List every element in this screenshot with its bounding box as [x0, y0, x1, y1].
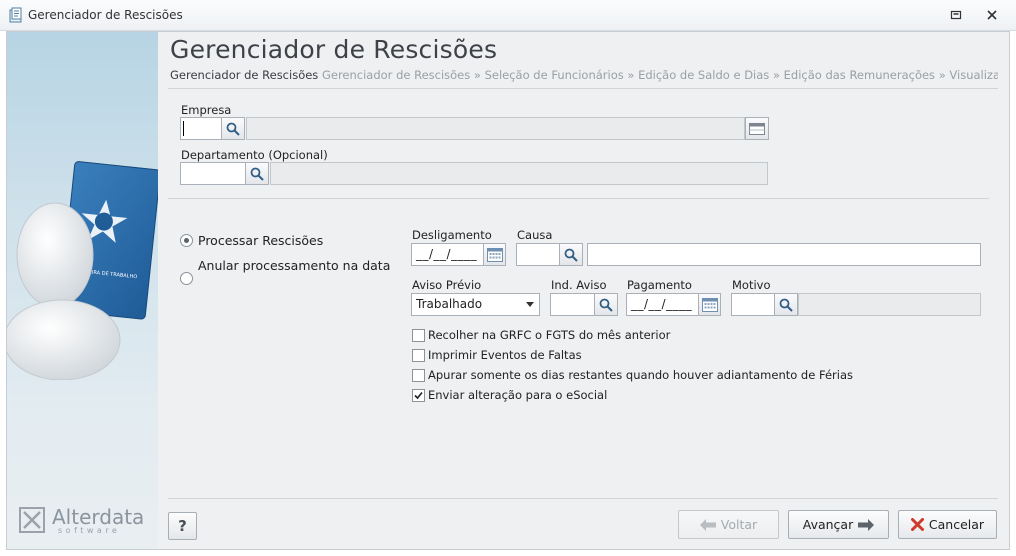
causa-label: Causa: [517, 228, 553, 242]
brand-sub: software: [58, 526, 121, 535]
pagamento-label: Pagamento: [627, 278, 692, 292]
search-icon: [226, 122, 240, 136]
breadcrumb: Gerenciador de Rescisões Gerenciador de …: [170, 68, 998, 82]
empresa-grid-button[interactable]: [745, 117, 769, 140]
aviso-previo-label: Aviso Prévio: [412, 278, 482, 292]
window-title: Gerenciador de Rescisões: [28, 8, 183, 22]
cancel-x-icon: [910, 518, 924, 531]
calendar-icon: [486, 248, 503, 262]
departamento-search-button[interactable]: [245, 162, 269, 185]
causa-search-button[interactable]: [559, 243, 583, 266]
departamento-label: Departamento (Opcional): [181, 148, 328, 162]
radio-anular-label[interactable]: Anular processamento na data: [198, 258, 390, 273]
breadcrumb-trail: Gerenciador de Rescisões » Seleção de Fu…: [321, 68, 998, 82]
text-cursor: [183, 121, 184, 136]
breadcrumb-current: Gerenciador de Rescisões: [170, 68, 319, 82]
restore-icon: [950, 10, 962, 20]
footer-divider: [168, 498, 998, 499]
empresa-code-input[interactable]: [180, 117, 222, 140]
cancelar-button[interactable]: Cancelar: [898, 510, 997, 539]
departamento-name-field: [270, 162, 768, 185]
aviso-previo-value: Trabalhado: [416, 297, 483, 311]
desligamento-date-input[interactable]: __/__/____: [411, 243, 484, 266]
pagamento-value: __/__/____: [631, 297, 693, 311]
avancar-label: Avançar: [802, 517, 854, 532]
motivo-code-input[interactable]: [731, 293, 775, 316]
table-icon: [749, 122, 765, 135]
ind-aviso-input[interactable]: [550, 293, 595, 316]
desligamento-calendar-button[interactable]: [483, 243, 506, 266]
causa-name-field[interactable]: [587, 243, 981, 266]
search-icon: [599, 298, 613, 312]
motivo-name-field: [798, 293, 981, 316]
checkbox-apurar-dias-label[interactable]: Apurar somente os dias restantes quando …: [428, 368, 853, 382]
radio-anular-processamento[interactable]: [180, 272, 193, 285]
empresa-search-button[interactable]: [221, 117, 245, 140]
causa-code-input[interactable]: [516, 243, 560, 266]
checkbox-enviar-esocial[interactable]: [412, 389, 425, 402]
pagamento-calendar-button[interactable]: [698, 293, 721, 316]
header-divider: [168, 88, 998, 89]
checkbox-recolher-grfc-label[interactable]: Recolher na GRFC o FGTS do mês anterior: [428, 328, 670, 342]
arrow-left-icon: [699, 518, 716, 531]
avancar-button[interactable]: Avançar: [788, 510, 889, 539]
arrow-right-icon: [858, 518, 875, 531]
departamento-code-input[interactable]: [180, 162, 246, 185]
empresa-name-field: [246, 117, 745, 140]
app-window-icon: [9, 7, 22, 23]
restore-button[interactable]: [948, 8, 964, 22]
search-icon: [564, 248, 578, 262]
radio-processar-rescisoes[interactable]: [180, 234, 193, 247]
checkbox-enviar-esocial-label[interactable]: Enviar alteração para o eSocial: [428, 388, 607, 402]
carteira-de-trabalho-avatar: CARTEIRA DE TRABALHO: [7, 161, 158, 380]
voltar-label: Voltar: [720, 517, 758, 532]
ind-aviso-label: Ind. Aviso: [551, 278, 607, 292]
alterdata-logo-icon: [19, 507, 45, 533]
voltar-button[interactable]: Voltar: [678, 510, 779, 539]
ind-aviso-search-button[interactable]: [594, 293, 618, 316]
cancelar-label: Cancelar: [928, 517, 985, 532]
pagamento-date-input[interactable]: __/__/____: [626, 293, 699, 316]
checkbox-imprimir-faltas[interactable]: [412, 349, 425, 362]
desligamento-value: __/__/____: [416, 247, 478, 261]
empresa-label: Empresa: [181, 103, 232, 117]
checkbox-recolher-grfc[interactable]: [412, 329, 425, 342]
desligamento-label: Desligamento: [412, 228, 492, 242]
section-divider: [168, 198, 989, 199]
help-button[interactable]: ?: [168, 512, 197, 540]
page-title: Gerenciador de Rescisões: [170, 35, 498, 64]
close-button[interactable]: [984, 8, 1000, 22]
search-icon: [250, 167, 264, 181]
motivo-search-button[interactable]: [774, 293, 798, 316]
checkmark-icon: [414, 391, 423, 400]
aviso-previo-select[interactable]: Trabalhado: [411, 293, 540, 316]
checkbox-imprimir-faltas-label[interactable]: Imprimir Eventos de Faltas: [428, 348, 582, 362]
chevron-down-icon: [526, 302, 534, 307]
checkbox-apurar-dias[interactable]: [412, 369, 425, 382]
close-icon: [987, 10, 997, 20]
search-icon: [779, 298, 793, 312]
calendar-icon: [701, 298, 718, 312]
radio-processar-label[interactable]: Processar Rescisões: [198, 233, 323, 248]
motivo-label: Motivo: [732, 278, 771, 292]
